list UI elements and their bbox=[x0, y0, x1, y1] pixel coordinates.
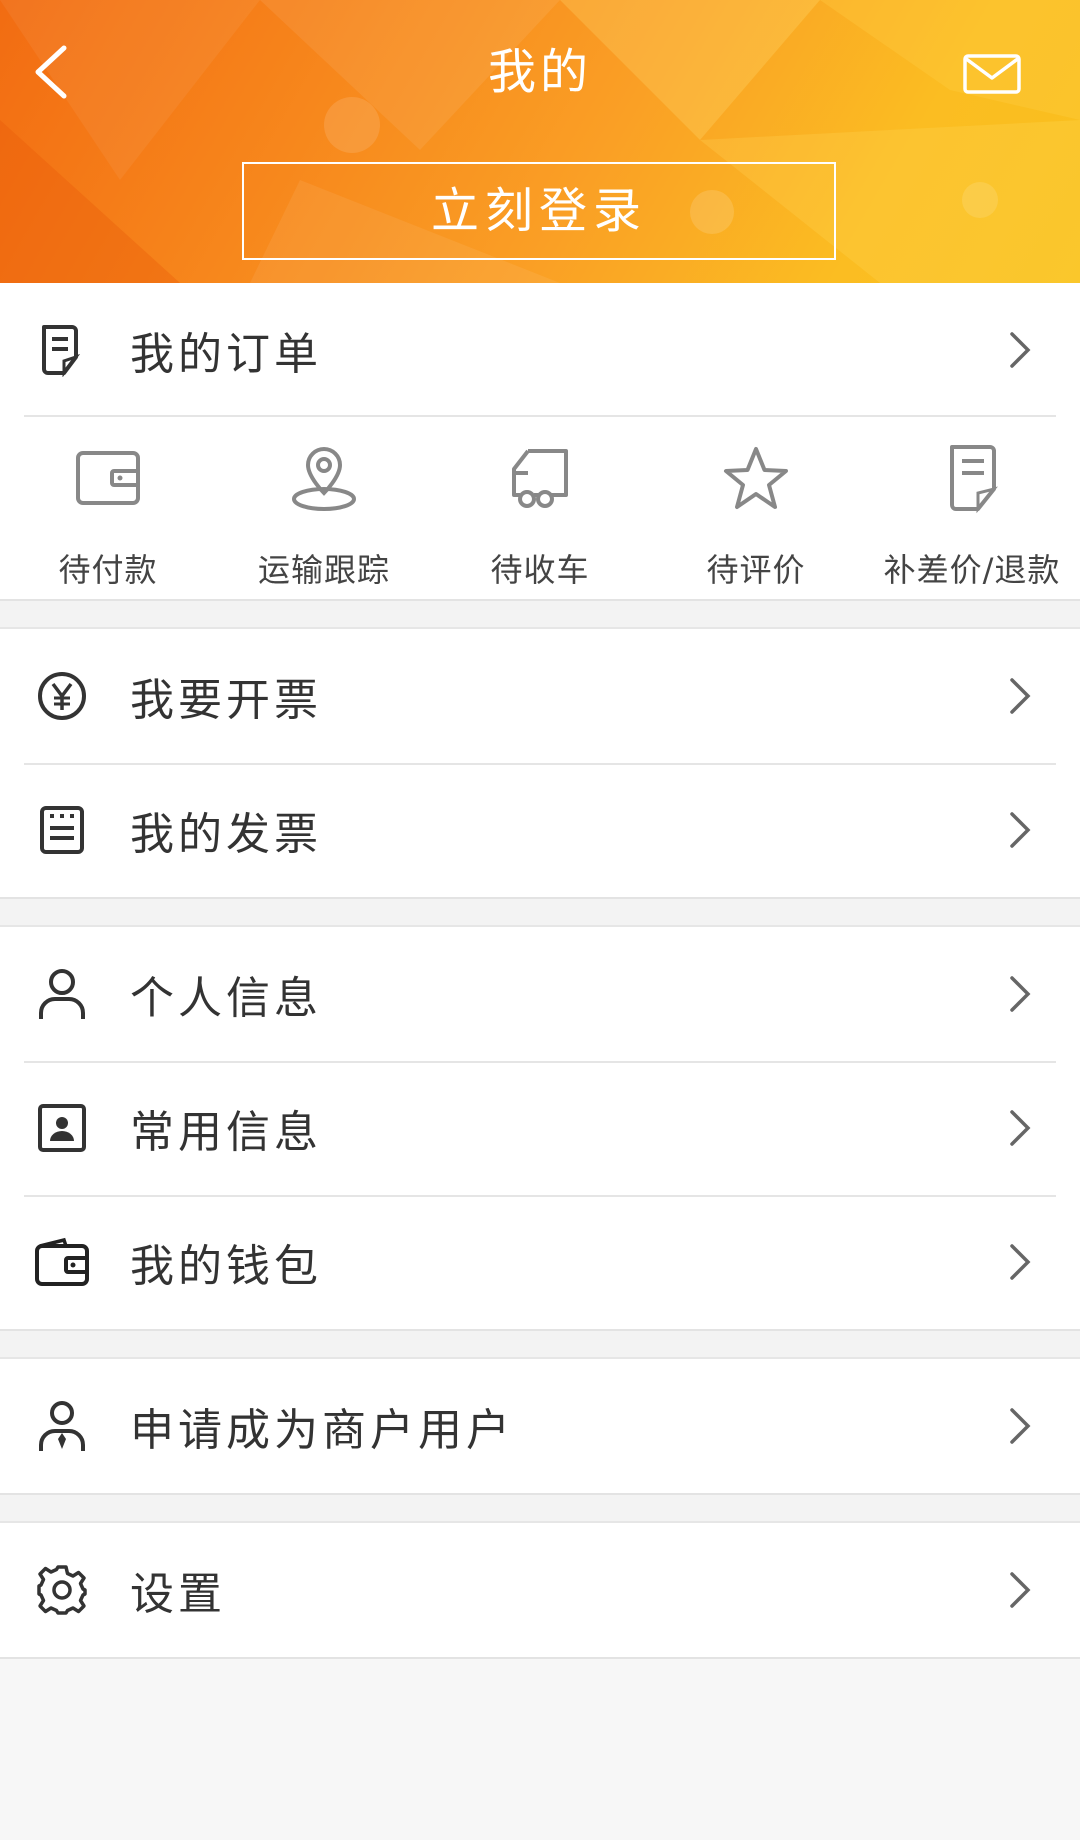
merchant-apply-label: 申请成为商户用户 bbox=[130, 1405, 514, 1456]
status-label: 运输跟踪 bbox=[257, 551, 390, 589]
section-gap bbox=[0, 899, 1080, 927]
wallet-label: 我的钱包 bbox=[130, 1241, 322, 1292]
section-gap bbox=[0, 601, 1080, 629]
common-info-row[interactable]: 常用信息 bbox=[0, 1061, 1080, 1195]
envelope-icon[interactable] bbox=[962, 50, 1022, 98]
yen-circle-icon bbox=[34, 668, 90, 724]
my-invoices-label: 我的发票 bbox=[130, 809, 322, 860]
wallet-row[interactable]: 我的钱包 bbox=[0, 1195, 1080, 1329]
my-invoices-row[interactable]: 我的发票 bbox=[0, 763, 1080, 897]
orders-section: 我的订单 待付款 运输跟踪 待收车 待评价 补差价/退款 bbox=[0, 283, 1080, 601]
chevron-right-icon bbox=[1010, 812, 1031, 848]
status-pending-payment[interactable]: 待付款 bbox=[0, 417, 216, 599]
section-gap bbox=[0, 1495, 1080, 1523]
status-label: 待付款 bbox=[58, 551, 158, 589]
profile-row[interactable]: 个人信息 bbox=[0, 927, 1080, 1061]
gear-icon bbox=[34, 1562, 90, 1618]
status-label: 待评价 bbox=[706, 551, 806, 589]
status-refund[interactable]: 补差价/退款 bbox=[864, 417, 1080, 599]
business-user-icon bbox=[34, 1398, 90, 1454]
merchant-apply-row[interactable]: 申请成为商户用户 bbox=[0, 1359, 1080, 1493]
chevron-right-icon bbox=[1010, 1408, 1031, 1444]
status-to-review[interactable]: 待评价 bbox=[648, 417, 864, 599]
status-tracking[interactable]: 运输跟踪 bbox=[216, 417, 432, 599]
account-section: 个人信息 常用信息 我的钱包 bbox=[0, 927, 1080, 1331]
my-orders-label: 我的订单 bbox=[130, 329, 322, 380]
order-status-grid: 待付款 运输跟踪 待收车 待评价 补差价/退款 bbox=[0, 417, 1080, 599]
profile-label: 个人信息 bbox=[130, 973, 322, 1024]
wallet-icon bbox=[76, 451, 140, 505]
invoice-section: 我要开票 我的发票 bbox=[0, 629, 1080, 899]
settings-row[interactable]: 设置 bbox=[0, 1523, 1080, 1657]
status-label: 待收车 bbox=[490, 551, 590, 589]
merchant-section: 申请成为商户用户 bbox=[0, 1359, 1080, 1495]
common-info-label: 常用信息 bbox=[130, 1107, 322, 1158]
chevron-right-icon bbox=[1010, 1244, 1031, 1280]
chevron-right-icon bbox=[1010, 332, 1031, 368]
location-pin-icon bbox=[292, 446, 356, 511]
user-icon bbox=[34, 966, 90, 1022]
invoice-list-icon bbox=[34, 802, 90, 858]
chevron-right-icon bbox=[1010, 678, 1031, 714]
status-label: 补差价/退款 bbox=[883, 551, 1061, 589]
truck-icon bbox=[512, 449, 568, 508]
wallet-icon bbox=[34, 1234, 90, 1290]
chevron-right-icon bbox=[1010, 976, 1031, 1012]
request-invoice-row[interactable]: 我要开票 bbox=[0, 629, 1080, 763]
login-button[interactable]: 立刻登录 bbox=[242, 162, 836, 260]
order-document-icon bbox=[34, 322, 90, 378]
settings-section: 设置 bbox=[0, 1523, 1080, 1659]
my-orders-row[interactable]: 我的订单 bbox=[0, 283, 1080, 417]
chevron-right-icon bbox=[1010, 1572, 1031, 1608]
profile-header: 我的 立刻登录 bbox=[0, 0, 1080, 283]
contact-card-icon bbox=[34, 1100, 90, 1156]
star-icon bbox=[724, 447, 788, 509]
section-gap bbox=[0, 1331, 1080, 1359]
chevron-right-icon bbox=[1010, 1110, 1031, 1146]
settings-label: 设置 bbox=[130, 1569, 226, 1620]
refund-document-icon bbox=[950, 445, 998, 514]
status-awaiting-pickup[interactable]: 待收车 bbox=[432, 417, 648, 599]
page-title: 我的 bbox=[487, 44, 592, 100]
request-invoice-label: 我要开票 bbox=[130, 675, 322, 726]
